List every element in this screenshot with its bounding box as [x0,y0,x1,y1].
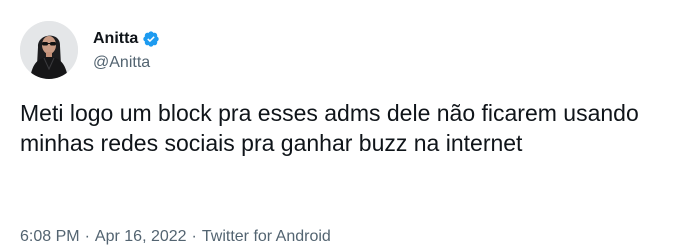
tweet-meta: 6:08 PM · Apr 16, 2022 · Twitter for And… [20,228,331,246]
tweet-text: Meti logo um block pra esses adms dele n… [20,100,639,156]
meta-separator: · [191,228,197,245]
profile-photo-icon [20,21,78,79]
tweet-time-link[interactable]: 6:08 PM [20,228,80,246]
tweet-source-link[interactable]: Twitter for Android [202,228,331,246]
author-names: Anitta @Anitta [93,28,160,72]
author-display-name[interactable]: Anitta [93,30,138,48]
avatar[interactable] [20,21,78,79]
author-handle[interactable]: @Anitta [93,54,160,72]
verified-badge-icon [143,31,160,47]
tweet-date-link[interactable]: Apr 16, 2022 [95,228,187,246]
tweet-card: Anitta @Anitta Meti logo um block pra es… [0,0,698,252]
tweet-header: Anitta @Anitta [20,17,160,83]
name-row: Anitta [93,28,160,50]
meta-separator: · [84,228,90,245]
